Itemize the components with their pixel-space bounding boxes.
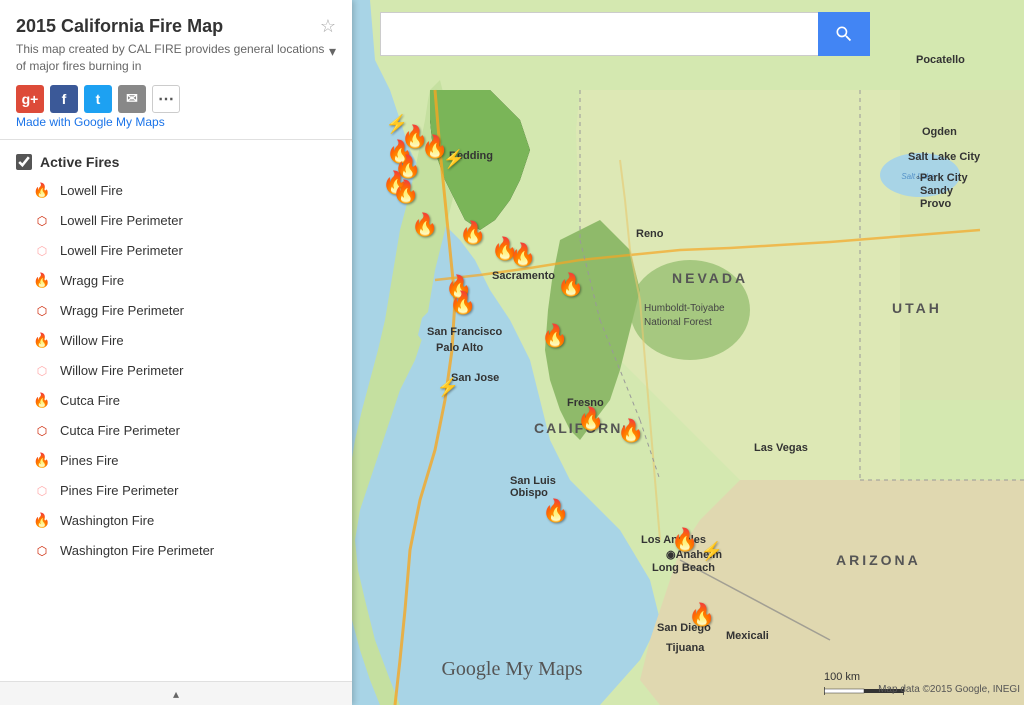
list-item-pines-fire[interactable]: 🔥 Pines Fire (0, 446, 352, 476)
perimeter-icon-willow: ⬡ (32, 361, 52, 381)
list-item-cutca-perimeter[interactable]: ⬡ Cutca Fire Perimeter (0, 416, 352, 446)
footer-chevron-up-icon[interactable]: ▴ (173, 687, 179, 701)
sidebar-title: 2015 California Fire Map (16, 16, 312, 37)
list-item-lowell-fire[interactable]: 🔥 Lowell Fire (0, 176, 352, 206)
perimeter-icon-pines: ⬡ (32, 481, 52, 501)
map-fire-8[interactable]: 🔥 (459, 220, 486, 246)
share-button[interactable]: ⋯ (152, 85, 180, 113)
perimeter-icon-wragg: ⬡ (32, 301, 52, 321)
sidebar-description: This map created by CAL FIRE provides ge… (16, 41, 325, 75)
sidebar-content[interactable]: Active Fires 🔥 Lowell Fire ⬡ Lowell Fire… (0, 140, 352, 681)
list-item-washington-fire[interactable]: 🔥 Washington Fire (0, 506, 352, 536)
map-fire-19[interactable]: 🔥 (688, 602, 715, 628)
email-button[interactable]: ✉ (118, 85, 146, 113)
map-perimeter-4[interactable]: ⚡ (701, 541, 723, 562)
fire-name: Lowell Fire (60, 183, 123, 198)
perimeter-icon-lowell-1: ⬡ (32, 211, 52, 231)
perimeter-icon-lowell-2: ⬡ (32, 241, 52, 261)
sidebar-desc-row: This map created by CAL FIRE provides ge… (16, 41, 336, 75)
sidebar-header: 2015 California Fire Map ☆ This map crea… (0, 0, 352, 140)
fire-icon-willow: 🔥 (32, 331, 52, 351)
fire-name: Pines Fire Perimeter (60, 483, 178, 498)
list-item-pines-perimeter[interactable]: ⬡ Pines Fire Perimeter (0, 476, 352, 506)
fire-icon-washington: 🔥 (32, 511, 52, 531)
search-bar[interactable] (380, 12, 870, 56)
fire-name: Pines Fire (60, 453, 119, 468)
fire-name: Washington Fire (60, 513, 154, 528)
map-fire-7[interactable]: 🔥 (411, 212, 438, 238)
list-item-lowell-perimeter-1[interactable]: ⬡ Lowell Fire Perimeter (0, 206, 352, 236)
map-fire-16[interactable]: 🔥 (617, 418, 644, 444)
map-fire-6[interactable]: 🔥 (392, 179, 419, 205)
category-active-fires[interactable]: Active Fires (0, 148, 352, 176)
map-fire-18[interactable]: 🔥 (671, 527, 698, 553)
fire-name: Lowell Fire Perimeter (60, 243, 183, 258)
fire-icon-wragg: 🔥 (32, 271, 52, 291)
active-fires-checkbox[interactable] (16, 154, 32, 170)
list-item-lowell-perimeter-2[interactable]: ⬡ Lowell Fire Perimeter (0, 236, 352, 266)
fire-name: Washington Fire Perimeter (60, 543, 214, 558)
map-perimeter-2[interactable]: ⚡ (443, 149, 465, 170)
map-perimeter-3[interactable]: ⚡ (437, 377, 459, 398)
map-fire-13[interactable]: 🔥 (449, 290, 476, 316)
list-item-wragg-perimeter[interactable]: ⬡ Wragg Fire Perimeter (0, 296, 352, 326)
twitter-button[interactable]: t (84, 85, 112, 113)
fire-name: Willow Fire (60, 333, 124, 348)
perimeter-icon-cutca: ⬡ (32, 421, 52, 441)
fire-name: Willow Fire Perimeter (60, 363, 184, 378)
map-fire-14[interactable]: 🔥 (541, 323, 568, 349)
list-item-washington-perimeter[interactable]: ⬡ Washington Fire Perimeter (0, 536, 352, 566)
map-fire-11[interactable]: 🔥 (557, 272, 584, 298)
list-item-cutca-fire[interactable]: 🔥 Cutca Fire (0, 386, 352, 416)
sidebar: 2015 California Fire Map ☆ This map crea… (0, 0, 352, 705)
scale-text: 100 km (824, 671, 860, 683)
list-item-willow-perimeter[interactable]: ⬡ Willow Fire Perimeter (0, 356, 352, 386)
social-row: g+ f t ✉ ⋯ (16, 85, 336, 113)
sidebar-footer[interactable]: ▴ (0, 681, 352, 705)
fire-icon-cutca: 🔥 (32, 391, 52, 411)
search-button[interactable] (818, 12, 870, 56)
map-fire-15[interactable]: 🔥 (577, 406, 604, 432)
google-plus-button[interactable]: g+ (16, 85, 44, 113)
fire-icon-pines: 🔥 (32, 451, 52, 471)
perimeter-icon-washington: ⬡ (32, 541, 52, 561)
facebook-button[interactable]: f (50, 85, 78, 113)
sidebar-star-icon[interactable]: ☆ (320, 16, 336, 37)
map-fire-17[interactable]: 🔥 (542, 498, 569, 524)
fire-name: Wragg Fire (60, 273, 124, 288)
fire-name: Cutca Fire Perimeter (60, 423, 180, 438)
list-item-wragg-fire[interactable]: 🔥 Wragg Fire (0, 266, 352, 296)
made-with-link[interactable]: Made with Google My Maps (16, 115, 165, 129)
fire-name: Cutca Fire (60, 393, 120, 408)
fire-name: Wragg Fire Perimeter (60, 303, 184, 318)
chevron-down-icon[interactable]: ▾ (329, 43, 336, 60)
category-label: Active Fires (40, 154, 119, 170)
sidebar-title-row: 2015 California Fire Map ☆ (16, 16, 336, 37)
attribution: Map data ©2015 Google, INEGI (878, 684, 1020, 695)
fire-name: Lowell Fire Perimeter (60, 213, 183, 228)
list-item-willow-fire[interactable]: 🔥 Willow Fire (0, 326, 352, 356)
svg-text:Salt Lake: Salt Lake (901, 172, 935, 181)
fire-icon-lowell: 🔥 (32, 181, 52, 201)
map-fire-10[interactable]: 🔥 (509, 242, 536, 268)
search-input[interactable] (380, 12, 818, 56)
